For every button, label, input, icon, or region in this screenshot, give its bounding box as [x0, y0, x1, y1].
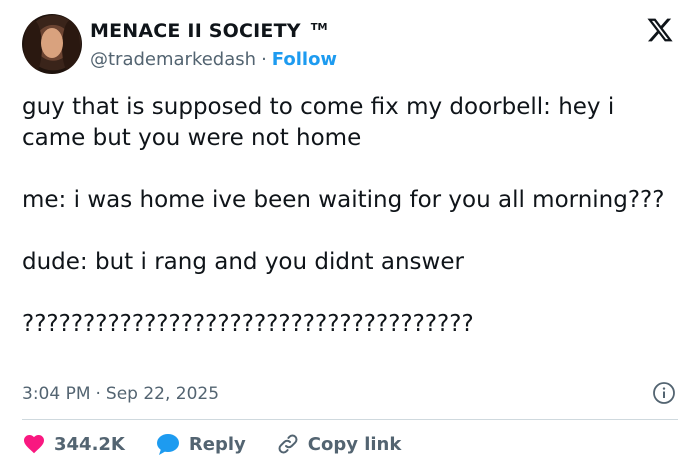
like-count: 344.2K — [54, 433, 125, 455]
name-row: MENACE II SOCIETY TM — [90, 20, 328, 42]
link-icon — [278, 434, 298, 454]
display-name[interactable]: MENACE II SOCIETY — [90, 20, 301, 42]
user-handle[interactable]: @trademarkedash — [90, 49, 256, 70]
x-logo-icon[interactable] — [646, 16, 674, 44]
tweet-text: guy that is supposed to come fix my door… — [22, 94, 665, 337]
tweet-date[interactable]: Sep 22, 2025 — [106, 384, 219, 404]
avatar-hair-left — [24, 20, 42, 74]
reply-button[interactable]: Reply — [155, 432, 246, 456]
meta-separator: · — [95, 384, 101, 404]
action-bar: 344.2K Reply Copy link — [22, 428, 431, 460]
avatar[interactable] — [22, 14, 82, 74]
handle-separator: · — [261, 49, 267, 70]
copy-link-label: Copy link — [307, 433, 402, 455]
reply-label: Reply — [188, 433, 246, 455]
heart-icon — [24, 435, 44, 454]
follow-button[interactable]: Follow — [272, 49, 337, 70]
tweet-time[interactable]: 3:04 PM — [22, 384, 91, 404]
tweet-meta: 3:04 PM · Sep 22, 2025 — [22, 380, 678, 408]
handle-row: @trademarkedash · Follow — [90, 49, 337, 70]
divider — [22, 419, 678, 420]
reply-bubble-icon — [156, 434, 179, 455]
avatar-hair-right — [62, 20, 80, 74]
tweet-header: MENACE II SOCIETY TM @trademarkedash · F… — [22, 14, 678, 80]
trademark-badge: TM — [310, 22, 328, 33]
like-button[interactable]: 344.2K — [22, 432, 125, 456]
avatar-face — [41, 28, 63, 58]
info-icon[interactable] — [652, 381, 676, 405]
copy-link-button[interactable]: Copy link — [276, 432, 402, 456]
